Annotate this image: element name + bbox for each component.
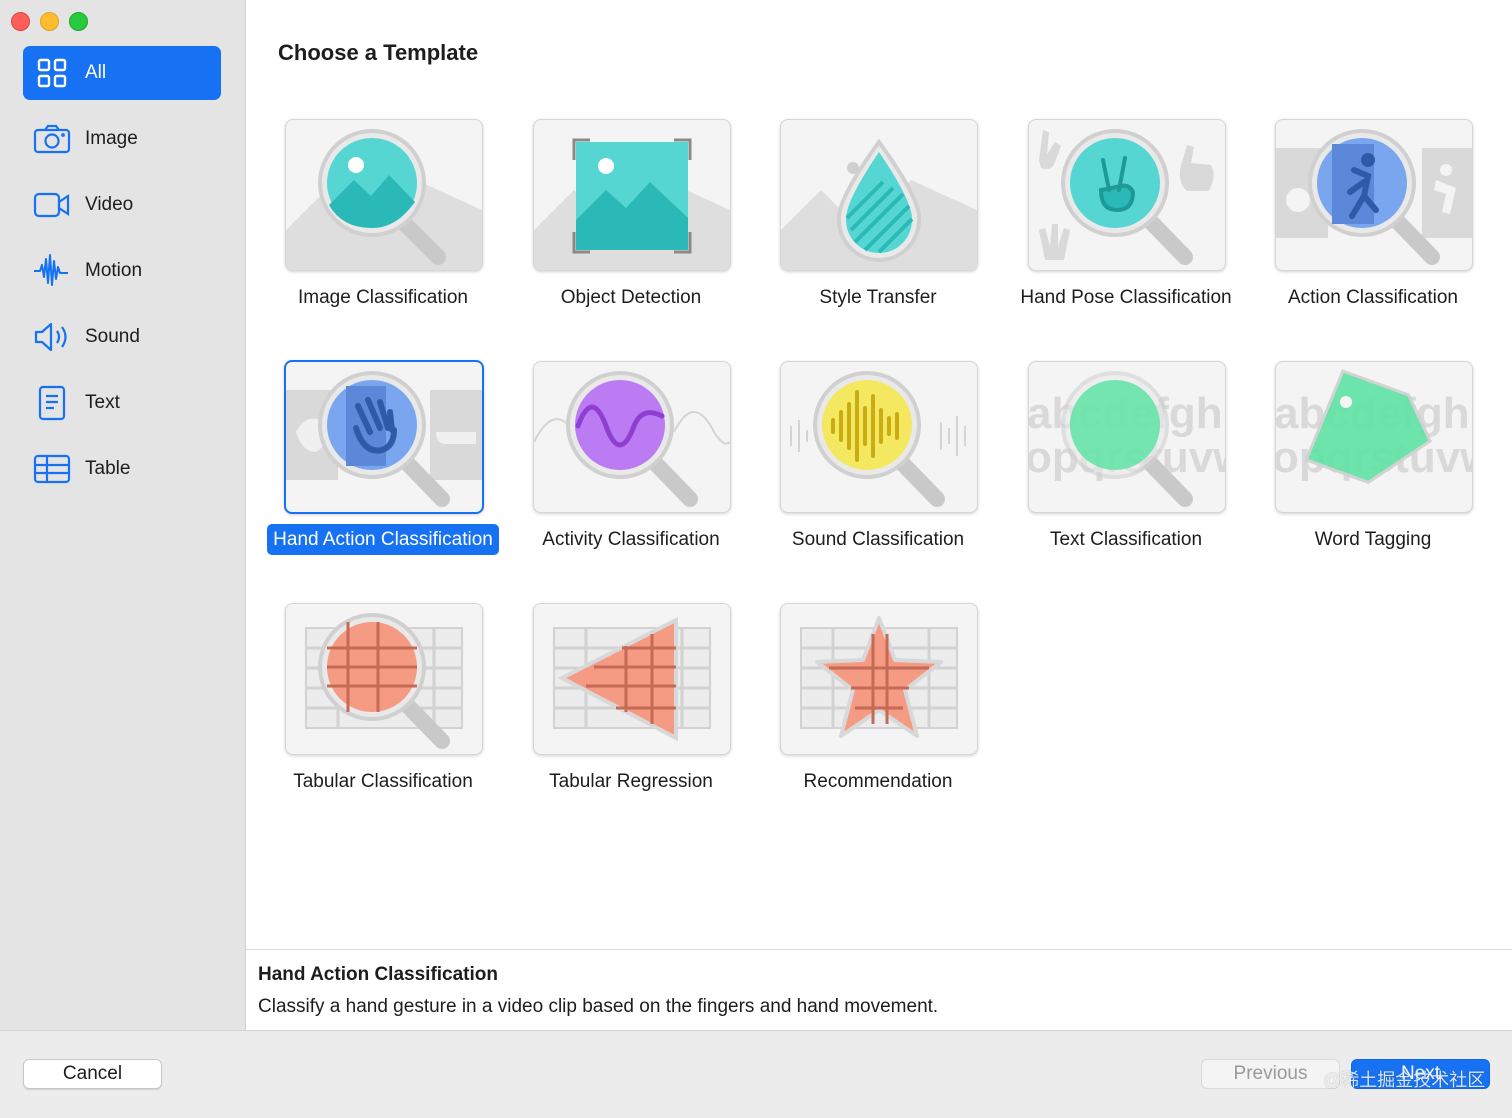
waveform-motion-icon [32,251,72,291]
watermark: @稀土掘金技术社区 [1323,1070,1486,1090]
template-card [533,603,731,755]
table-star-icon [800,616,958,738]
template-tabular-classification[interactable]: Tabular Classification [248,603,496,803]
template-label: Word Tagging [1314,529,1432,550]
template-label: Object Detection [560,287,702,308]
template-card [285,119,483,271]
template-card [780,603,978,755]
sidebar-item-text[interactable]: Text [23,376,221,430]
sidebar-item-label: Table [85,458,131,479]
cancel-button[interactable]: Cancel [23,1059,162,1089]
sidebar: All Image Video Motion Sound Text Table [0,0,246,1030]
template-recommendation[interactable]: Recommendation [743,603,991,803]
description-text: Classify a hand gesture in a video clip … [258,996,939,1017]
template-label: Activity Classification [542,529,720,550]
template-sound-classification[interactable]: Sound Classification [743,361,991,561]
sidebar-item-label: Video [85,194,134,215]
template-label: Image Classification [297,287,469,308]
template-object-detection[interactable]: Object Detection [496,119,744,319]
sidebar-item-motion[interactable]: Motion [23,244,221,298]
sidebar-item-label: Image [85,128,138,149]
text-magnifier-icon: abcdefghi opqrstuvw [1029,371,1225,507]
sidebar-item-all[interactable]: All [23,46,221,100]
template-label: Action Classification [1287,287,1459,308]
camera-icon [32,119,72,159]
video-camera-icon [32,185,72,225]
template-label: Sound Classification [791,529,965,550]
template-hand-action-classification[interactable]: Hand Action Classification [248,360,499,561]
table-triangle-icon [553,616,711,742]
template-word-tagging[interactable]: abcdefghi opqrstuvw Word Tagging [1238,361,1486,561]
page-title: Choose a Template [278,40,479,65]
template-label: Tabular Regression [549,771,713,792]
sidebar-item-label: Sound [85,326,140,347]
action-magnifier-icon [1276,129,1472,265]
template-label: Hand Action Classification [267,524,499,555]
template-card [533,361,731,513]
document-text-icon [32,383,72,423]
template-card [533,119,731,271]
table-icon [32,449,72,489]
template-card [1028,119,1226,271]
template-style-transfer[interactable]: Style Transfer [743,119,991,319]
template-card: abcdefghi opqrstuvw [1028,361,1226,513]
template-image-classification[interactable]: Image Classification [248,119,496,319]
audio-magnifier-icon [790,371,966,507]
drop-icon [781,138,977,270]
template-label: Recommendation [803,771,953,792]
wave-magnifier-icon [534,371,730,507]
hand-pose-magnifier-icon [1039,129,1214,265]
template-card: abcdefghi opqrstuvw [1275,361,1473,513]
template-card [285,603,483,755]
hand-wave-magnifier-icon [286,371,482,507]
minimize-window-button[interactable] [40,12,59,31]
sidebar-item-video[interactable]: Video [23,178,221,232]
description-title: Hand Action Classification [258,964,498,985]
close-window-button[interactable] [11,12,30,31]
sidebar-item-sound[interactable]: Sound [23,310,221,364]
table-magnifier-icon [305,613,463,749]
sidebar-item-table[interactable]: Table [23,442,221,496]
speaker-icon [32,317,72,357]
sidebar-item-image[interactable]: Image [23,112,221,166]
template-hand-pose-classification[interactable]: Hand Pose Classification [991,119,1239,319]
image-frame-icon [534,138,730,270]
template-label: Style Transfer [819,287,937,308]
template-text-classification[interactable]: abcdefghi opqrstuvw Text Classification [991,361,1239,561]
template-card [780,361,978,513]
description-divider [246,949,1512,950]
sidebar-item-label: All [85,62,107,83]
tag-icon: abcdefghi opqrstuvw [1276,369,1472,485]
template-activity-classification[interactable]: Activity Classification [496,361,744,561]
template-label: Hand Pose Classification [1020,287,1232,308]
template-card [1275,119,1473,271]
template-action-classification[interactable]: Action Classification [1238,119,1486,319]
previous-button[interactable]: Previous [1201,1059,1340,1089]
sidebar-item-label: Motion [85,260,143,281]
sidebar-item-label: Text [85,392,120,413]
template-card [780,119,978,271]
template-card [284,360,484,514]
zoom-window-button[interactable] [69,12,88,31]
template-label: Tabular Classification [293,771,473,792]
template-tabular-regression[interactable]: Tabular Regression [496,603,744,803]
image-magnifier-icon [286,129,482,270]
template-label: Text Classification [1049,529,1203,550]
grid-icon [32,53,72,93]
